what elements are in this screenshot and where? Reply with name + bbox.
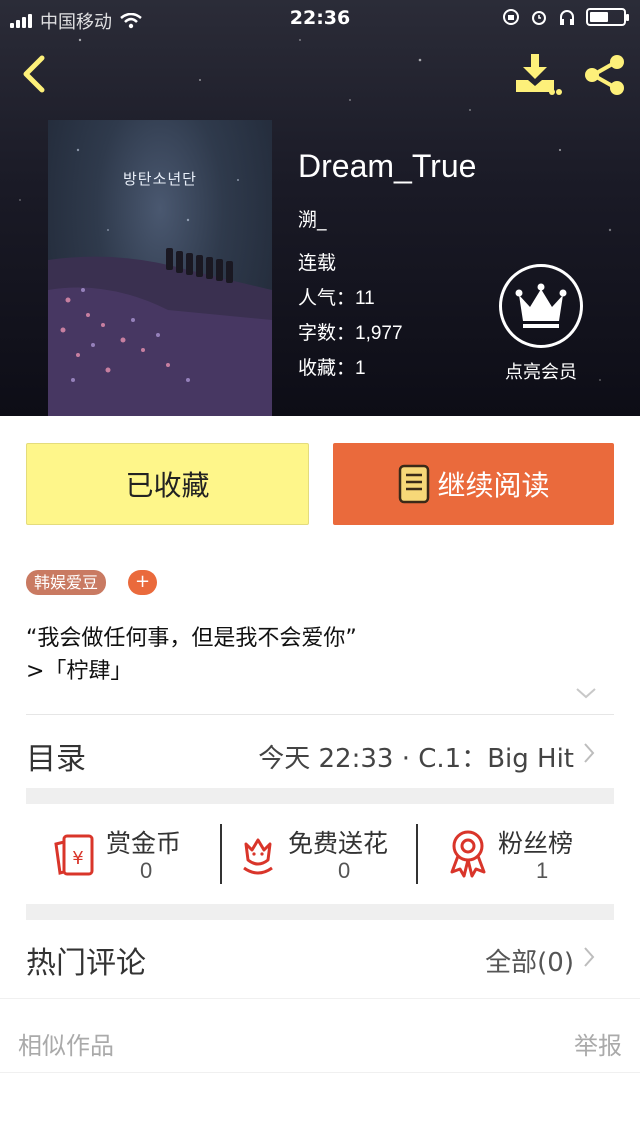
battery-icon (586, 8, 629, 26)
reward-flowers-value: 0 (338, 858, 351, 883)
favorites-value: 1 (355, 358, 366, 379)
chevron-right-icon (584, 947, 595, 967)
vip-label: 点亮会员 (505, 362, 577, 383)
vertical-divider (220, 824, 222, 884)
section-separator (26, 904, 614, 920)
reward-flowers-label: 免费送花 (288, 829, 389, 858)
continue-reading-button[interactable]: 继续阅读 (333, 443, 614, 525)
reward-fans[interactable]: 粉丝榜 1 (430, 804, 620, 904)
intro-line-1: “我会做任何事，但是我不会爱你” (26, 626, 357, 651)
vip-button[interactable]: 点亮会员 (492, 264, 590, 384)
report-link[interactable]: 举报 (574, 1026, 622, 1061)
collected-label: 已收藏 (125, 469, 210, 502)
hot-comments-label: 热门评论 (26, 946, 146, 981)
vip-badge (499, 264, 583, 348)
book-cover[interactable]: 방탄소년단 (48, 120, 272, 416)
crown-icon (515, 283, 567, 328)
book-status: 连载 (298, 252, 337, 274)
book-icon (399, 464, 430, 504)
latest-chapter: 今天 22:33 · C.1：Big Hit (258, 744, 574, 774)
reward-fans-value: 1 (536, 858, 549, 883)
reward-coins-value: 0 (140, 858, 153, 883)
cover-artwork (48, 148, 272, 416)
svg-text:¥: ¥ (72, 848, 83, 869)
favorites-stat: 收藏：1 (298, 353, 366, 380)
award-ribbon-icon (450, 830, 486, 878)
all-comments-link[interactable]: 全部(0) (485, 942, 574, 979)
popularity-value: 11 (355, 288, 375, 309)
reward-coins[interactable]: ¥ 赏金币 0 (40, 804, 220, 904)
back-button[interactable] (14, 52, 54, 96)
hot-comments-row[interactable]: 热门评论 全部(0) (0, 920, 640, 996)
rotation-lock-icon (503, 9, 519, 25)
red-envelope-icon: ¥ (54, 834, 94, 876)
intro-line-2: >「柠肆」 (26, 659, 133, 684)
rewards-bar: ¥ 赏金币 0 免费送花 0 粉丝榜 1 (0, 804, 640, 904)
toc-label: 目录 (26, 742, 86, 777)
popularity-label: 人气： (298, 287, 356, 309)
chevron-down-icon[interactable] (574, 685, 598, 701)
table-of-contents-row[interactable]: 目录 今天 22:33 · C.1：Big Hit (0, 716, 640, 788)
word-count-value: 1,977 (355, 323, 403, 344)
chevron-right-icon (584, 743, 595, 763)
download-icon (516, 54, 562, 95)
flower-icon (243, 838, 273, 875)
divider (0, 1072, 640, 1073)
add-tag-button[interactable]: + (128, 570, 157, 595)
collected-button[interactable]: 已收藏 (26, 443, 309, 525)
continue-reading-label: 继续阅读 (437, 469, 550, 502)
download-button[interactable] (512, 52, 562, 98)
reward-fans-label: 粉丝榜 (498, 829, 574, 858)
section-separator (26, 788, 614, 804)
cover-title: 방탄소년단 (122, 170, 197, 188)
popularity-stat: 人气：11 (298, 283, 375, 310)
divider (0, 998, 640, 999)
favorites-label: 收藏： (298, 357, 356, 379)
similar-works-link[interactable]: 相似作品 (18, 1026, 114, 1061)
book-header: 中国移动 22:36 방탄소년단 Dream_True 溯_ 连载 人气：11 … (0, 0, 640, 416)
book-author[interactable]: 溯_ (298, 205, 327, 232)
share-icon (585, 55, 624, 95)
book-title: Dream_True (298, 148, 477, 184)
reward-flowers[interactable]: 免费送花 0 (232, 804, 418, 904)
reward-coins-label: 赏金币 (106, 829, 182, 858)
status-right (502, 8, 629, 26)
vertical-divider (416, 824, 418, 884)
word-count-label: 字数： (298, 322, 356, 344)
word-count-stat: 字数：1,977 (298, 318, 403, 345)
divider (26, 714, 614, 715)
chevron-left-icon (23, 55, 45, 93)
alarm-icon (532, 11, 546, 25)
tag-korean-idol[interactable]: 韩娱爱豆 (26, 570, 107, 595)
status-bar: 中国移动 22:36 (0, 0, 640, 36)
share-button[interactable] (580, 52, 630, 98)
headphones-icon (560, 10, 574, 25)
